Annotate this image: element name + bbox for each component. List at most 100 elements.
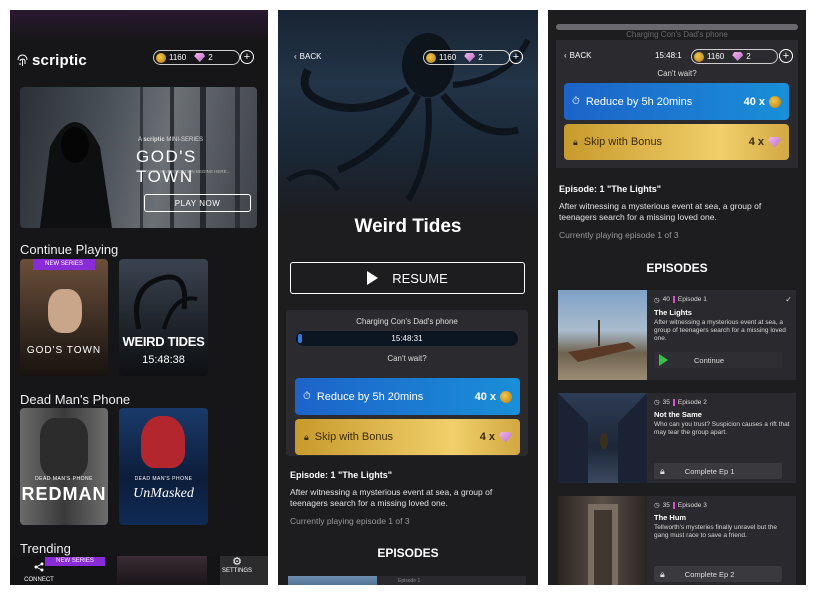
- continue-label: Continue: [694, 355, 725, 365]
- home-screen: scriptic 1160 2 + A scriptic MINI-SERIES…: [10, 10, 268, 585]
- episode-progress: Currently playing episode 1 of 3: [290, 516, 410, 526]
- app-logo: scriptic: [17, 52, 87, 69]
- cant-wait-text: Can't wait?: [387, 354, 427, 363]
- continue-card-weird-tides[interactable]: WEIRD TIDES 15:48:38: [119, 259, 208, 376]
- detail-screen: ‹ BACK 1160 2 + Weird Tides RESUME Charg…: [278, 10, 538, 585]
- locked-episode-button[interactable]: 🔒︎ Complete Ep 1: [654, 463, 782, 479]
- lock-icon: 🔒︎: [660, 568, 665, 579]
- wallet-pill[interactable]: 1160 2: [153, 50, 240, 65]
- skip-bonus-button[interactable]: 🔒︎ Skip with Bonus 4 x: [295, 419, 520, 455]
- episode-heading: Episode: 1 "The Lights": [559, 184, 662, 194]
- add-currency-button[interactable]: +: [240, 50, 254, 64]
- settings-nav[interactable]: ⚙ SETTINGS: [218, 556, 256, 574]
- clock-icon: ◷: [654, 399, 660, 406]
- episode-thumb: [558, 496, 647, 585]
- play-icon: [367, 271, 379, 285]
- cant-wait-text: Can't wait?: [657, 69, 697, 78]
- coin-count: 1160: [169, 53, 187, 62]
- add-currency-button[interactable]: +: [779, 49, 793, 63]
- episode-meta: ◷ 35 Episode 2: [654, 398, 792, 406]
- episode-row-2[interactable]: ◷ 35 Episode 2 Not the Same Who can you …: [558, 393, 796, 483]
- clock-icon: ◷: [654, 502, 660, 509]
- share-icon: [34, 562, 44, 572]
- episode-cost: 35: [662, 501, 670, 509]
- coin-icon: [769, 95, 781, 108]
- alley-art: [558, 393, 647, 483]
- reduce-time-button[interactable]: ⏱ Reduce by 5h 20mins 40 x: [295, 378, 520, 415]
- poster-portrait: [40, 418, 88, 478]
- gear-icon: ⚙: [232, 556, 242, 568]
- connect-label: CONNECT: [24, 577, 54, 583]
- detail-hero: [278, 10, 538, 215]
- episodes-heading: EPISODES: [646, 261, 708, 275]
- episode-meta: ◷ 35 Episode 3: [654, 501, 792, 509]
- locked-label: Complete Ep 2: [684, 569, 735, 579]
- reduce-cost: 40 x: [474, 390, 496, 403]
- resume-button[interactable]: RESUME: [290, 262, 525, 294]
- episode-cost: 40: [662, 296, 670, 303]
- charge-progress-bar: 15:48:31: [296, 331, 518, 346]
- kraken-art: [286, 33, 531, 202]
- chevron-left-icon: ‹: [564, 51, 567, 60]
- locked-episode-button[interactable]: 🔒︎ Complete Ep 2: [654, 566, 782, 582]
- continue-button[interactable]: Continue: [654, 352, 782, 368]
- reduce-time-button[interactable]: ⏱ Reduce by 5h 20mins 40 x: [564, 83, 789, 120]
- skip-bonus-button[interactable]: 🔒︎ Skip with Bonus 4 x: [564, 124, 789, 160]
- lock-icon: 🔒︎: [660, 465, 665, 476]
- add-currency-button[interactable]: +: [509, 50, 523, 64]
- skip-label: Skip with Bonus: [314, 431, 394, 443]
- episode-desc: Tellworth's mysteries finally unravel bu…: [654, 524, 777, 539]
- wallet-pill[interactable]: 1160 2: [691, 49, 778, 64]
- fingerprint-icon: [17, 54, 28, 66]
- poster-series: DEAD MAN'S PHONE: [35, 476, 93, 482]
- boat-art: [568, 320, 636, 362]
- episode-description: After witnessing a mysterious event at s…: [559, 201, 762, 222]
- episode-label: Episode 3: [677, 501, 707, 509]
- coin-count: 1160: [707, 52, 725, 61]
- episode-label: Episode 2: [677, 398, 707, 406]
- back-button[interactable]: ‹ BACK: [294, 52, 321, 61]
- poster-title: UnMasked: [133, 486, 194, 501]
- charge-timer: 15:48:1: [655, 51, 682, 60]
- back-button[interactable]: ‹ BACK: [564, 51, 591, 60]
- episode-row-3[interactable]: ◷ 35 Episode 3 The Hum Tellworth's myste…: [558, 496, 796, 585]
- dead-mans-phone-heading: Dead Man's Phone: [20, 392, 131, 407]
- skip-cost: 4 x: [748, 136, 764, 148]
- connect-nav[interactable]: CONNECT: [24, 559, 54, 583]
- poster-title: REDMAN: [21, 484, 107, 504]
- chevron-left-icon: ‹: [294, 52, 297, 61]
- gem-icon: [732, 52, 744, 61]
- skip-label: Skip with Bonus: [583, 136, 663, 148]
- trending-new-badge: NEW SERIES: [45, 557, 105, 566]
- episode-thumb: [558, 393, 647, 483]
- hero-banner[interactable]: A scriptic MINI-SERIES GOD'S TOWN YOUR I…: [20, 87, 257, 228]
- reduce-label: Reduce by 5h 20mins: [585, 95, 693, 108]
- continue-card-gods-town[interactable]: NEW SERIES GOD'S TOWN: [20, 259, 108, 376]
- play-now-button[interactable]: PLAY NOW: [144, 194, 251, 212]
- doorway-art: [588, 504, 618, 585]
- settings-label: SETTINGS: [221, 568, 252, 574]
- trending-poster[interactable]: [117, 556, 207, 585]
- back-label: BACK: [299, 52, 322, 61]
- episode-thumb: [558, 290, 647, 380]
- dead-card-redman[interactable]: DEAD MAN'S PHONE REDMAN: [20, 408, 108, 525]
- hero-tag: A scriptic MINI-SERIES: [138, 137, 204, 143]
- gem-count: 2: [746, 52, 751, 61]
- episode-row-peek[interactable]: Episode 1: [288, 576, 526, 585]
- poster-title: WEIRD TIDES: [122, 334, 205, 349]
- clock-icon: ◷: [654, 296, 660, 304]
- coin-icon: [500, 390, 512, 403]
- wallet-pill[interactable]: 1160 2: [423, 50, 510, 65]
- poster-timer: 15:48:38: [142, 354, 185, 366]
- episode-peek-text: Episode 1: [398, 578, 421, 584]
- episode-label: Episode 1: [677, 296, 707, 303]
- episodes-heading: EPISODES: [377, 546, 439, 560]
- charging-text-faded: Charging Con's Dad's phone: [626, 30, 728, 39]
- gem-icon: [768, 136, 781, 148]
- episode-row-1[interactable]: ◷ 40 Episode 1 ✓ The Lights After witnes…: [558, 290, 796, 380]
- episodes-screen: Charging Con's Dad's phone ‹ BACK 15:48:…: [548, 10, 806, 585]
- reduce-cost: 40 x: [743, 95, 765, 108]
- check-icon: ✓: [785, 295, 792, 304]
- episode-body: ◷ 35 Episode 2 Not the Same Who can you …: [654, 398, 792, 437]
- dead-card-unmasked[interactable]: DEAD MAN'S PHONE UnMasked: [119, 408, 208, 525]
